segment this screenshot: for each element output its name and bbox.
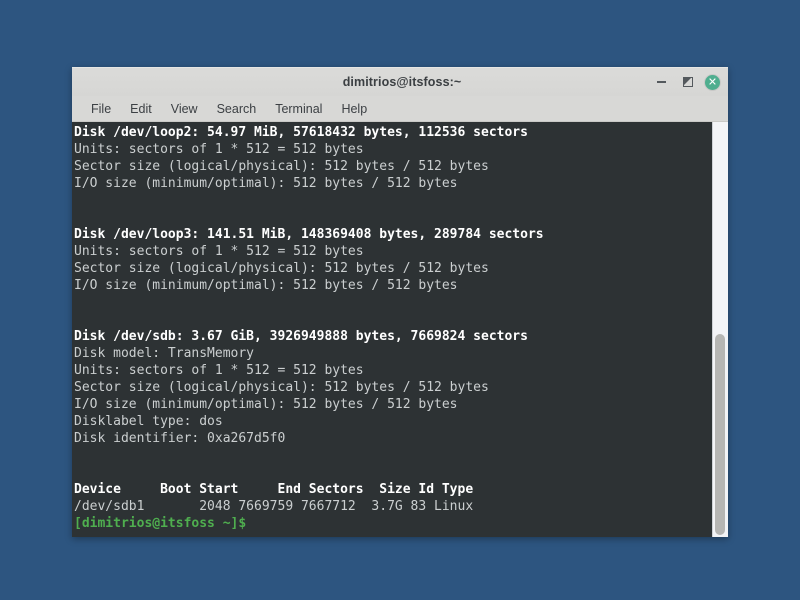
- window-title: dimitrios@itsfoss:~: [342, 75, 462, 89]
- terminal-line: Disk model: TransMemory: [74, 346, 255, 361]
- terminal-prompt-line: [dimitrios@itsfoss ~]$: [74, 516, 247, 531]
- close-button[interactable]: ✕: [705, 74, 720, 90]
- terminal-line: I/O size (minimum/optimal): 512 bytes / …: [74, 176, 458, 191]
- terminal-line: I/O size (minimum/optimal): 512 bytes / …: [74, 278, 458, 293]
- terminal-window: dimitrios@itsfoss:~ ✕ File Edit View Sea…: [72, 67, 728, 537]
- terminal-line: Device Boot Start End Sectors Size Id Ty…: [74, 482, 474, 497]
- terminal-line: Sector size (logical/physical): 512 byte…: [74, 380, 489, 395]
- menu-item-help[interactable]: Help: [332, 100, 376, 118]
- menu-item-edit[interactable]: Edit: [121, 100, 161, 118]
- minimize-button[interactable]: [653, 74, 670, 91]
- menu-item-search[interactable]: Search: [208, 100, 266, 118]
- terminal-line: Units: sectors of 1 * 512 = 512 bytes: [74, 142, 364, 157]
- terminal-line: Units: sectors of 1 * 512 = 512 bytes: [74, 244, 364, 259]
- maximize-button[interactable]: [679, 74, 696, 91]
- menu-item-file[interactable]: File: [82, 100, 120, 118]
- terminal-line: Disk /dev/loop3: 141.51 MiB, 148369408 b…: [74, 227, 544, 242]
- terminal-line: Sector size (logical/physical): 512 byte…: [74, 261, 489, 276]
- terminal-line: Units: sectors of 1 * 512 = 512 bytes: [74, 363, 364, 378]
- menu-item-view[interactable]: View: [162, 100, 207, 118]
- desktop-background: dimitrios@itsfoss:~ ✕ File Edit View Sea…: [0, 0, 800, 600]
- maximize-icon: [682, 77, 693, 87]
- window-controls: ✕: [653, 68, 720, 96]
- terminal-output[interactable]: Disk /dev/loop2: 54.97 MiB, 57618432 byt…: [72, 122, 712, 537]
- terminal-line: Disklabel type: dos: [74, 414, 223, 429]
- window-titlebar[interactable]: dimitrios@itsfoss:~ ✕: [72, 68, 728, 96]
- terminal-line: Disk /dev/sdb: 3.67 GiB, 3926949888 byte…: [74, 329, 528, 344]
- terminal-body[interactable]: Disk /dev/loop2: 54.97 MiB, 57618432 byt…: [72, 122, 728, 537]
- terminal-line: Disk /dev/loop2: 54.97 MiB, 57618432 byt…: [74, 125, 528, 140]
- close-icon: ✕: [707, 75, 718, 88]
- terminal-scrollbar[interactable]: [712, 122, 728, 537]
- terminal-line: I/O size (minimum/optimal): 512 bytes / …: [74, 397, 458, 412]
- menu-item-terminal[interactable]: Terminal: [266, 100, 331, 118]
- terminal-line: Disk identifier: 0xa267d5f0: [74, 431, 286, 446]
- terminal-line: Sector size (logical/physical): 512 byte…: [74, 159, 489, 174]
- terminal-line: /dev/sdb1 2048 7669759 7667712 3.7G 83 L…: [74, 499, 474, 514]
- minimize-icon: [657, 81, 666, 83]
- scrollbar-thumb[interactable]: [715, 334, 725, 535]
- menubar: File Edit View Search Terminal Help: [72, 96, 728, 122]
